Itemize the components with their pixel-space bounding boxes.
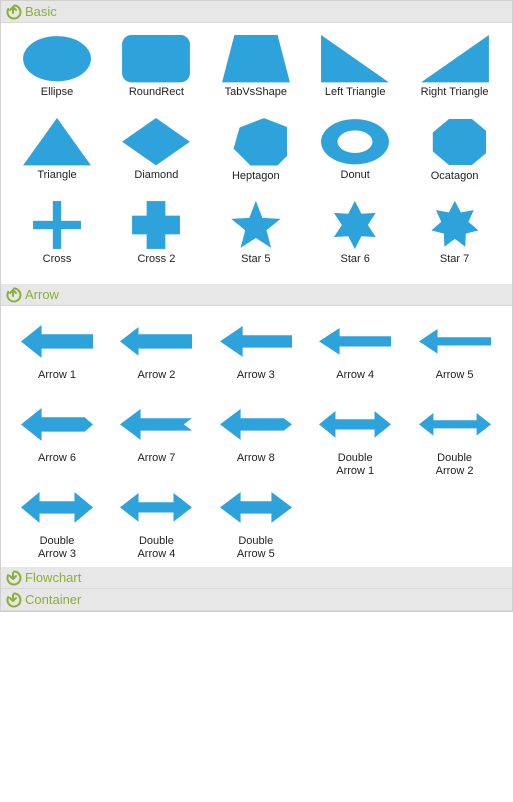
shape-label: Double Arrow 4 <box>137 535 175 557</box>
shape-label: Left Triangle <box>325 86 386 108</box>
star6-icon <box>319 199 391 251</box>
shape-item-cross2[interactable]: Cross 2 <box>110 199 202 274</box>
donut-icon <box>319 116 391 167</box>
shape-label: Arrow 3 <box>237 369 275 391</box>
shape-item-darrow3[interactable]: Double Arrow 3 <box>11 482 103 557</box>
left-triangle-icon <box>319 33 391 84</box>
octagon-icon <box>419 116 491 168</box>
shape-label: Arrow 5 <box>436 369 474 391</box>
shape-label: Arrow 7 <box>137 452 175 474</box>
star5-icon <box>220 199 292 251</box>
arrow2-icon <box>120 316 192 367</box>
star7-icon <box>419 199 491 251</box>
shape-label: Double Arrow 5 <box>237 535 275 557</box>
shape-label: Star 6 <box>341 253 370 274</box>
shape-item-left-triangle[interactable]: Left Triangle <box>309 33 401 108</box>
shape-item-arrow6[interactable]: Arrow 6 <box>11 399 103 474</box>
shape-item-arrow5[interactable]: Arrow 5 <box>409 316 501 391</box>
section-title: Flowchart <box>25 570 81 585</box>
cross-icon <box>21 199 93 251</box>
arrow8-icon <box>220 399 292 450</box>
shape-item-roundrect[interactable]: RoundRect <box>110 33 202 108</box>
shape-item-octagon[interactable]: Ocatagon <box>409 116 501 191</box>
section-header-flowchart[interactable]: Flowchart <box>1 567 512 589</box>
shape-label: Arrow 2 <box>137 369 175 391</box>
shape-item-arrow2[interactable]: Arrow 2 <box>110 316 202 391</box>
shape-item-arrow4[interactable]: Arrow 4 <box>309 316 401 391</box>
section-title: Container <box>25 592 81 607</box>
shape-item-triangle[interactable]: Triangle <box>11 116 103 191</box>
shape-item-star5[interactable]: Star 5 <box>210 199 302 274</box>
shape-label: Star 5 <box>241 253 270 274</box>
roundrect-icon <box>120 33 192 84</box>
shape-item-ellipse[interactable]: Ellipse <box>11 33 103 108</box>
shape-item-darrow4[interactable]: Double Arrow 4 <box>110 482 202 557</box>
shape-label: Arrow 8 <box>237 452 275 474</box>
darrow3-icon <box>21 482 93 533</box>
shape-label: Double Arrow 3 <box>38 535 76 557</box>
shape-label: Star 7 <box>440 253 469 274</box>
shape-item-arrow3[interactable]: Arrow 3 <box>210 316 302 391</box>
shape-label: Double Arrow 1 <box>336 452 374 474</box>
shape-item-diamond[interactable]: Diamond <box>110 116 202 191</box>
shape-label: Ellipse <box>41 86 73 108</box>
shape-label: Diamond <box>134 169 178 191</box>
shape-item-right-triangle[interactable]: Right Triangle <box>409 33 501 108</box>
shape-item-star7[interactable]: Star 7 <box>409 199 501 274</box>
shape-label: Arrow 6 <box>38 452 76 474</box>
shape-item-arrow7[interactable]: Arrow 7 <box>110 399 202 474</box>
shape-label: Cross <box>43 253 72 274</box>
arrow7-icon <box>120 399 192 450</box>
expand-icon <box>5 591 23 609</box>
shape-label: Arrow 1 <box>38 369 76 391</box>
triangle-icon <box>21 116 93 167</box>
collapse-icon <box>5 3 23 21</box>
darrow4-icon <box>120 482 192 533</box>
shape-label: TabVsShape <box>225 86 287 108</box>
shape-item-cross[interactable]: Cross <box>11 199 103 274</box>
section-header-container[interactable]: Container <box>1 589 512 611</box>
arrow6-icon <box>21 399 93 450</box>
shape-item-arrow1[interactable]: Arrow 1 <box>11 316 103 391</box>
shape-item-darrow1[interactable]: Double Arrow 1 <box>309 399 401 474</box>
shape-item-arrow8[interactable]: Arrow 8 <box>210 399 302 474</box>
right-triangle-icon <box>419 33 491 84</box>
shape-label: Donut <box>341 169 370 191</box>
ellipse-icon <box>21 33 93 84</box>
cross2-icon <box>120 199 192 251</box>
darrow1-icon <box>319 399 391 450</box>
arrow1-icon <box>21 316 93 367</box>
shape-item-darrow2[interactable]: Double Arrow 2 <box>409 399 501 474</box>
shape-palette-panel: Basic Ellipse RoundRect TabVsShape Left Tria… <box>0 0 513 612</box>
shape-label: Double Arrow 2 <box>436 452 474 474</box>
shape-item-donut[interactable]: Donut <box>309 116 401 191</box>
arrow3-icon <box>220 316 292 367</box>
shape-item-darrow5[interactable]: Double Arrow 5 <box>210 482 302 557</box>
diamond-icon <box>120 116 192 167</box>
shape-label: Cross 2 <box>137 253 175 274</box>
section-body-basic: Ellipse RoundRect TabVsShape Left Triangle R… <box>1 23 512 284</box>
expand-icon <box>5 569 23 587</box>
arrow4-icon <box>319 316 391 367</box>
shape-item-heptagon[interactable]: Heptagon <box>210 116 302 191</box>
shape-label: RoundRect <box>129 86 184 108</box>
section-body-arrow: Arrow 1 Arrow 2 Arrow 3 Arrow 4 Arrow 5 Arrow… <box>1 306 512 567</box>
section-header-basic[interactable]: Basic <box>1 1 512 23</box>
shape-label: Arrow 4 <box>336 369 374 391</box>
section-title: Arrow <box>25 287 59 302</box>
darrow5-icon <box>220 482 292 533</box>
shape-item-star6[interactable]: Star 6 <box>309 199 401 274</box>
section-title: Basic <box>25 4 57 19</box>
shape-label: Ocatagon <box>431 170 479 191</box>
heptagon-icon <box>220 116 292 168</box>
shape-label: Heptagon <box>232 170 280 191</box>
shape-item-tabvshape[interactable]: TabVsShape <box>210 33 302 108</box>
shape-label: Right Triangle <box>421 86 489 108</box>
section-header-arrow[interactable]: Arrow <box>1 284 512 306</box>
arrow5-icon <box>419 316 491 367</box>
shape-label: Triangle <box>37 169 76 191</box>
darrow2-icon <box>419 399 491 450</box>
collapse-icon <box>5 286 23 304</box>
tabvshape-icon <box>220 33 292 84</box>
